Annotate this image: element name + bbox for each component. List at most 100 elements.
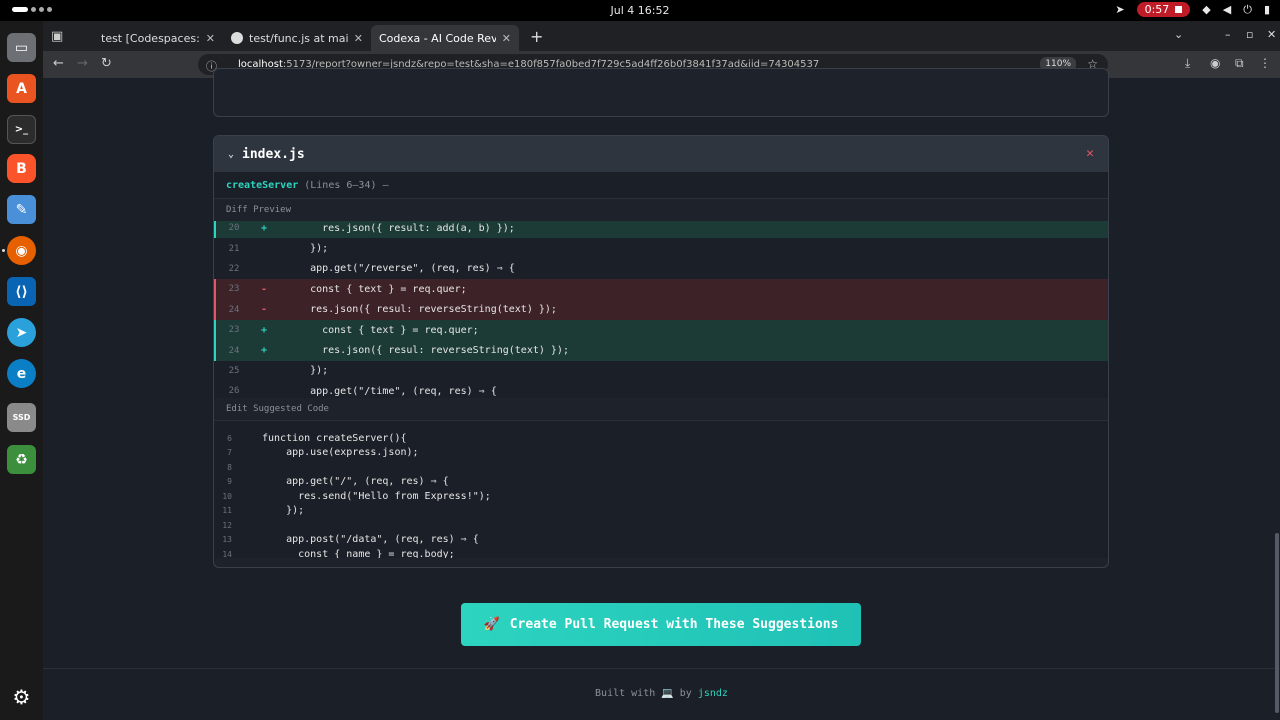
running-indicator <box>2 249 5 252</box>
editor-code[interactable]: function createServer(){ <box>262 433 407 444</box>
telegram-tray-icon[interactable]: ➤ <box>1115 3 1124 16</box>
files-app-icon[interactable]: ▭ <box>7 33 36 62</box>
editor-line-number: 9 <box>227 477 232 487</box>
menu-icon[interactable]: ⋮ <box>1259 56 1271 70</box>
browser-tab-strip: ▣ test [Codespaces: turbo w✕ test/func.j… <box>43 21 1280 51</box>
editor-code[interactable]: app.get("/", (req, res) ⇒ { <box>262 476 449 487</box>
diff-line-number: 23 <box>228 325 240 336</box>
new-tab-button[interactable]: + <box>530 27 543 46</box>
diff-preview-label: Diff Preview <box>226 205 292 215</box>
diff-code: app.get("/time", (req, res) ⇒ { <box>286 385 497 397</box>
edit-suggested-code-label: Edit Suggested Code <box>226 404 329 414</box>
suggested-code-editor[interactable]: 6 function createServer(){ 7 app.use(expre… <box>214 420 1108 558</box>
close-tab-icon[interactable]: ✕ <box>502 32 511 45</box>
editor-line[interactable]: 10 res.send("Hello from Express!"); <box>214 489 1108 504</box>
diff-line-number: 22 <box>228 263 240 274</box>
rocket-icon: 🚀 <box>483 617 500 632</box>
diff-code: const { text } = req.quer; <box>286 324 479 336</box>
disk-icon[interactable]: SSD <box>7 403 36 432</box>
editor-line[interactable]: 14 const { name } = req.body; <box>214 547 1108 558</box>
previous-file-card <box>213 68 1109 117</box>
system-clock[interactable]: Jul 4 16:52 <box>0 4 1280 17</box>
editor-line[interactable]: 7 app.use(express.json); <box>214 446 1108 461</box>
tab-overview-icon[interactable]: ▣ <box>51 29 63 44</box>
create-pull-request-button[interactable]: 🚀 Create Pull Request with These Suggest… <box>461 603 861 646</box>
vscode-icon[interactable]: ⟨⟩ <box>7 277 36 306</box>
editor-line[interactable]: 6 function createServer(){ <box>214 431 1108 446</box>
editor-line[interactable]: 9 app.get("/", (req, res) ⇒ { <box>214 475 1108 490</box>
editor-line[interactable]: 11 }); <box>214 504 1108 519</box>
github-favicon <box>231 32 243 44</box>
brave-browser-icon[interactable]: B <box>7 154 36 183</box>
tab-codespaces[interactable]: test [Codespaces: turbo w✕ <box>75 25 223 51</box>
function-name: createServer <box>226 179 299 191</box>
close-tab-icon[interactable]: ✕ <box>206 32 215 45</box>
editor-line-number: 12 <box>222 520 232 530</box>
diff-line-number: 20 <box>228 223 240 234</box>
diff-row-add: 24 + res.json({ resul: reverseString(text… <box>214 340 1108 361</box>
system-tray[interactable]: ➤ 0:57 ◆ ◀ ⏻ ▮ <box>1115 2 1270 17</box>
editor-code[interactable]: res.send("Hello from Express!"); <box>262 491 491 502</box>
editor-line-number: 6 <box>227 433 232 443</box>
editor-line-number: 13 <box>222 535 232 545</box>
account-icon[interactable]: ◉ <box>1210 56 1220 70</box>
text-editor-icon[interactable]: ✎ <box>7 195 36 224</box>
power-icon: ⏻ <box>1243 2 1252 16</box>
app-center-icon[interactable]: A <box>7 74 36 103</box>
laptop-icon: 💻 <box>661 688 674 699</box>
editor-line[interactable]: 12 <box>214 518 1108 533</box>
editor-code[interactable]: }); <box>262 505 304 516</box>
tab-github[interactable]: test/func.js at main · jsnd✕ <box>223 25 371 51</box>
tab-list-chevron-icon[interactable]: ⌄ <box>1174 28 1183 41</box>
diff-row-ctx: 22 app.get("/reverse", (req, res) ⇒ { <box>214 258 1108 280</box>
editor-code[interactable]: const { name } = req.body; <box>262 549 455 558</box>
close-tab-icon[interactable]: ✕ <box>354 32 363 45</box>
app-dock: ▭ A >_ B ✎ ◉ ⟨⟩ ➤ e SSD ♻ ⚙ <box>0 21 43 720</box>
trash-icon[interactable]: ♻ <box>7 445 36 474</box>
system-top-bar: Jul 4 16:52 ➤ 0:57 ◆ ◀ ⏻ ▮ <box>0 0 1280 21</box>
forward-button[interactable]: → <box>77 56 88 71</box>
terminal-icon[interactable]: >_ <box>7 115 36 144</box>
diff-sign: + <box>260 222 268 234</box>
diff-code: const { text } = req.quer; <box>286 283 467 295</box>
diff-preview[interactable]: 20 + res.json({ result: add(a, b) }); 21 }… <box>214 221 1108 398</box>
editor-line[interactable]: 13 app.post("/data", (req, res) ⇒ { <box>214 533 1108 548</box>
editor-line[interactable]: 8 <box>214 460 1108 475</box>
file-name: index.js <box>242 146 305 162</box>
firefox-icon[interactable]: ◉ <box>7 236 36 265</box>
editor-code[interactable]: app.use(express.json); <box>262 447 418 458</box>
downloads-icon[interactable]: ⤓ <box>1185 56 1190 71</box>
file-review-card: ⌄ index.js ✕ createServer (Lines 6–34) —… <box>213 135 1109 568</box>
screen-recording-indicator[interactable]: 0:57 <box>1136 2 1191 17</box>
close-icon[interactable]: ✕ <box>1086 146 1094 161</box>
maximize-button[interactable]: ▫ <box>1246 28 1253 41</box>
line-range: (Lines 6–34) — <box>304 179 389 191</box>
edge-icon[interactable]: e <box>7 359 36 388</box>
diff-row-ctx: 25 }); <box>214 360 1108 382</box>
chevron-down-icon[interactable]: ⌄ <box>228 149 234 160</box>
show-apps-icon[interactable]: ⚙ <box>7 682 36 711</box>
diff-row-ctx: 26 app.get("/time", (req, res) ⇒ { <box>214 381 1108 398</box>
codespaces-favicon <box>83 32 95 44</box>
diff-row-ctx: 21 }); <box>214 238 1108 259</box>
diff-row-del: 23 - const { text } = req.quer; <box>214 279 1108 300</box>
author-link[interactable]: jsndz <box>698 688 728 699</box>
minimize-button[interactable]: – <box>1225 28 1231 41</box>
diff-code: app.get("/reverse", (req, res) ⇒ { <box>286 263 515 275</box>
file-card-header[interactable]: ⌄ index.js ✕ <box>214 136 1108 172</box>
editor-line-number: 7 <box>227 448 232 458</box>
stop-icon <box>1175 6 1183 13</box>
editor-line-number: 14 <box>222 549 232 558</box>
close-window-button[interactable]: ✕ <box>1267 28 1276 41</box>
reload-button[interactable]: ↻ <box>101 56 112 71</box>
diff-sign: + <box>260 345 268 357</box>
telegram-icon[interactable]: ➤ <box>7 318 36 347</box>
tab-codexa[interactable]: Codexa - AI Code Review Ass✕ <box>371 25 519 51</box>
extensions-icon[interactable]: ⧉ <box>1235 56 1244 71</box>
battery-icon: ▮ <box>1263 3 1270 16</box>
page-scrollbar[interactable] <box>1275 533 1279 713</box>
back-button[interactable]: ← <box>53 56 64 71</box>
diff-sign: - <box>260 304 268 316</box>
editor-code[interactable]: app.post("/data", (req, res) ⇒ { <box>262 534 479 545</box>
diff-code: res.json({ resul: reverseString(text) })… <box>286 345 569 357</box>
